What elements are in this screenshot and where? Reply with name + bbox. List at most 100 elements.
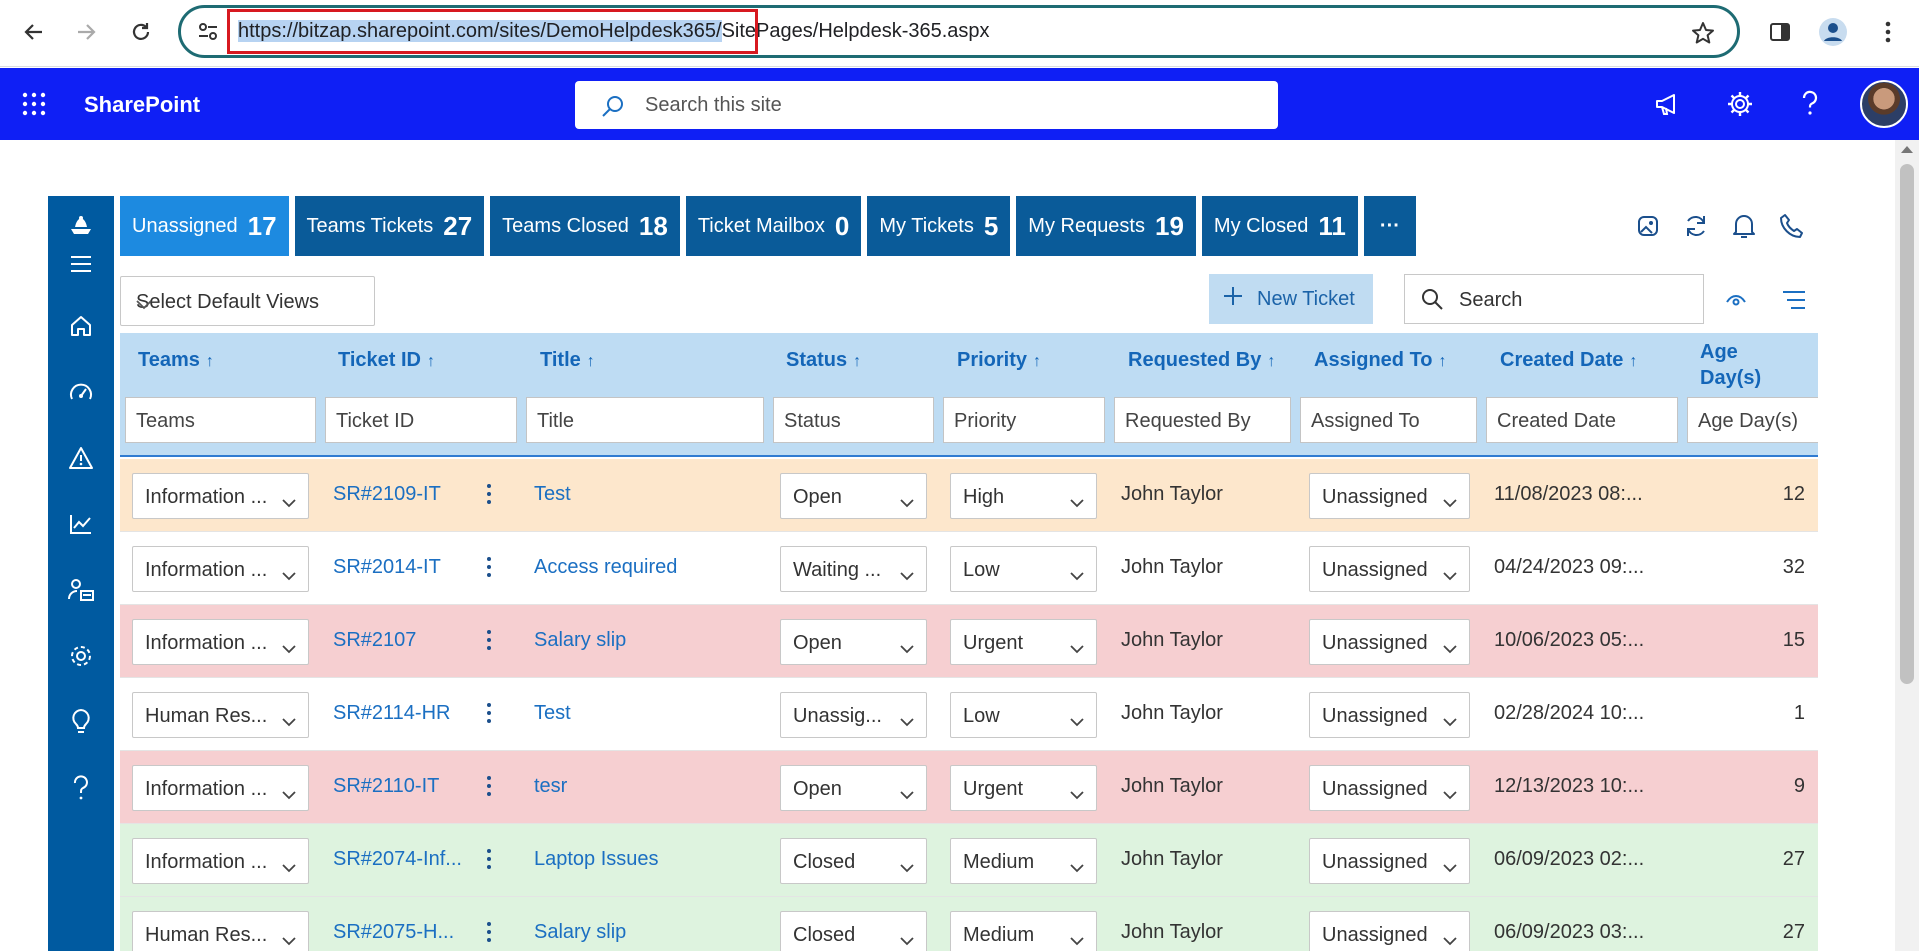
page-scrollbar[interactable] [1895,140,1919,951]
tab-my-tickets[interactable]: My Tickets 5 [867,196,1011,256]
tab-ticket-mailbox[interactable]: Ticket Mailbox 0 [685,196,862,256]
column-header-ticket-id[interactable]: Ticket ID ↑ [338,349,435,372]
priority-dropdown[interactable]: Medium [950,911,1097,951]
team-dropdown[interactable]: Information ... [132,619,309,665]
filter-status[interactable]: Status [773,397,934,443]
priority-dropdown[interactable]: Urgent [950,765,1097,811]
ticket-id-link[interactable]: SR#2114-HR [333,702,450,725]
table-row[interactable]: Human Res... SR#2114-HR Test Unassig... Low J… [120,678,1818,751]
home-icon[interactable] [48,304,114,348]
column-header-title[interactable]: Title ↑ [540,349,595,372]
site-search-box[interactable] [575,81,1278,129]
filter-assigned-to[interactable]: Assigned To [1300,397,1477,443]
brand-name[interactable]: SharePoint [84,92,200,118]
ticket-search-box[interactable] [1404,274,1704,324]
row-actions-kebab-icon[interactable] [483,627,495,653]
ticket-title-link[interactable]: Salary slip [534,629,626,652]
assigned-to-dropdown[interactable]: Unassigned [1309,838,1470,884]
status-dropdown[interactable]: Open [780,473,927,519]
ticket-id-link[interactable]: SR#2107 [333,629,416,652]
refresh-icon[interactable] [1676,208,1716,244]
status-dropdown[interactable]: Closed [780,911,927,951]
ticket-search-input[interactable] [1459,285,1689,315]
user-avatar[interactable] [1860,80,1908,128]
filter-priority[interactable]: Priority [943,397,1105,443]
ticket-title-link[interactable]: Laptop Issues [534,848,659,871]
site-settings-icon[interactable] [197,21,219,48]
filter-title[interactable]: Title [526,397,764,443]
eye-visibility-icon[interactable] [1718,282,1754,318]
column-header-status[interactable]: Status ↑ [786,349,861,372]
table-row[interactable]: Information ... SR#2110-IT tesr Open Urgent J… [120,751,1818,824]
status-dropdown[interactable]: Unassig... [780,692,927,738]
column-header-priority[interactable]: Priority ↑ [957,349,1041,372]
tab-teams-tickets[interactable]: Teams Tickets 27 [294,196,485,256]
settings-icon[interactable] [48,634,114,678]
priority-dropdown[interactable]: High [950,473,1097,519]
row-actions-kebab-icon[interactable] [483,481,495,507]
ticket-id-link[interactable]: SR#2110-IT [333,775,439,798]
assigned-to-dropdown[interactable]: Unassigned [1309,546,1470,592]
ticket-id-link[interactable]: SR#2075-H... [333,921,454,944]
column-header-teams[interactable]: Teams ↑ [138,349,214,372]
ticket-id-link[interactable]: SR#2109-IT [333,483,441,506]
status-dropdown[interactable]: Waiting ... [780,546,927,592]
assigned-to-dropdown[interactable]: Unassigned [1309,619,1470,665]
ticket-id-link[interactable]: SR#2074-Inf... [333,848,462,871]
column-header-age-sort[interactable]: ↑ [1810,349,1818,372]
default-views-dropdown[interactable]: Select Default Views [120,276,375,326]
megaphone-icon[interactable] [1650,86,1686,122]
filter-teams[interactable]: Teams [125,397,316,443]
help-question-icon[interactable] [48,766,114,810]
warning-icon[interactable] [48,436,114,480]
hamburger-menu-icon[interactable] [48,242,114,286]
gallery-image-icon[interactable] [1628,208,1668,244]
column-header-requested-by[interactable]: Requested By ↑ [1128,349,1275,372]
filter-created-date[interactable]: Created Date [1486,397,1678,443]
back-icon[interactable] [14,12,54,52]
new-ticket-button[interactable]: New Ticket [1209,274,1373,324]
help-icon[interactable] [1792,86,1828,122]
ticket-id-link[interactable]: SR#2014-IT [333,556,441,579]
status-dropdown[interactable]: Open [780,619,927,665]
phone-icon[interactable] [1772,208,1812,244]
team-dropdown[interactable]: Information ... [132,546,309,592]
bookmark-star-icon[interactable] [1691,21,1715,50]
ticket-title-link[interactable]: Access required [534,556,677,579]
dashboard-gauge-icon[interactable] [48,370,114,414]
forward-icon[interactable] [66,12,106,52]
filter-requested-by[interactable]: Requested By [1114,397,1291,443]
reports-chart-icon[interactable] [48,502,114,546]
tab-my-requests[interactable]: My Requests 19 [1016,196,1196,256]
table-row[interactable]: Information ... SR#2014-IT Access required… [120,532,1818,605]
settings-gear-icon[interactable] [1722,86,1758,122]
priority-dropdown[interactable]: Medium [950,838,1097,884]
priority-dropdown[interactable]: Low [950,692,1097,738]
scroll-up-arrow-icon[interactable] [1901,146,1913,153]
scrollbar-thumb[interactable] [1900,164,1914,684]
ticket-title-link[interactable]: Salary slip [534,921,626,944]
tab-teams-closed[interactable]: Teams Closed 18 [490,196,680,256]
reload-icon[interactable] [121,12,161,52]
status-dropdown[interactable]: Open [780,765,927,811]
column-header-age[interactable]: Age Day(s) [1700,339,1761,391]
assigned-to-dropdown[interactable]: Unassigned [1309,473,1470,519]
row-actions-kebab-icon[interactable] [483,700,495,726]
column-header-assigned-to[interactable]: Assigned To ↑ [1314,349,1447,372]
ticket-title-link[interactable]: tesr [534,775,567,798]
team-dropdown[interactable]: Information ... [132,765,309,811]
site-search-input[interactable] [645,89,1245,121]
ticket-title-link[interactable]: Test [534,483,571,506]
team-dropdown[interactable]: Human Res... [132,911,309,951]
tab-my-closed[interactable]: My Closed 11 [1201,196,1358,256]
table-row[interactable]: Information ... SR#2109-IT Test Open High Joh… [120,459,1818,532]
status-dropdown[interactable]: Closed [780,838,927,884]
notifications-bell-icon[interactable] [1724,208,1764,244]
assigned-to-dropdown[interactable]: Unassigned [1309,911,1470,951]
profile-icon[interactable] [1813,12,1853,52]
row-actions-kebab-icon[interactable] [483,554,495,580]
filter-ticket-id[interactable]: Ticket ID [325,397,517,443]
assigned-to-dropdown[interactable]: Unassigned [1309,765,1470,811]
table-row[interactable]: Information ... SR#2107 Salary slip Open Urg… [120,605,1818,678]
row-actions-kebab-icon[interactable] [483,773,495,799]
